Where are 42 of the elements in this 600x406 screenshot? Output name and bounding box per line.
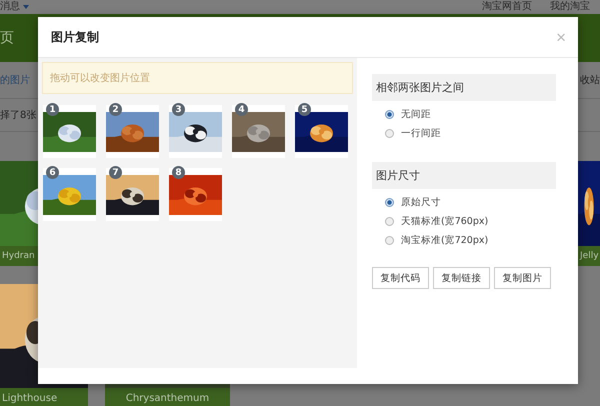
copy-button[interactable]: 复制链接	[433, 267, 490, 289]
nav-item[interactable]: 页	[0, 29, 14, 47]
tile-caption-text: Jelly	[580, 251, 599, 261]
tile-caption-text: Lighthouse	[2, 392, 58, 404]
radio-label[interactable]: 淘宝标准(宽720px)	[401, 234, 488, 247]
dialog-title: 图片复制	[51, 28, 99, 46]
number-badge: 3	[172, 103, 185, 116]
number-badge: 4	[235, 103, 248, 116]
radio-label[interactable]: 原始尺寸	[401, 196, 441, 209]
thumbnail-card[interactable]: 1	[43, 105, 96, 158]
radio-button[interactable]	[385, 236, 394, 245]
thumbnail-card[interactable]: 4	[232, 105, 285, 158]
top-link[interactable]: 淘宝网首页	[482, 1, 532, 13]
radio-button[interactable]	[385, 198, 394, 207]
radio-label[interactable]: 天猫标准(宽760px)	[401, 215, 488, 228]
radio-label[interactable]: 无间距	[401, 108, 431, 121]
section-heading-text: 相邻两张图片之间	[376, 80, 464, 95]
section-heading-text: 图片尺寸	[376, 168, 420, 183]
thumbnail-card[interactable]: 7	[106, 168, 159, 221]
notice-text: 拖动可以改变图片位置	[50, 72, 150, 85]
number-badge: 8	[172, 166, 185, 179]
selection-note: 择了8张	[0, 108, 36, 122]
thumbnail-card[interactable]: 2	[106, 105, 159, 158]
message-link[interactable]: 消息	[0, 1, 20, 13]
copy-button[interactable]: 复制代码	[372, 267, 429, 289]
caret-icon[interactable]	[23, 5, 29, 9]
radio-button[interactable]	[385, 110, 394, 119]
number-badge: 7	[109, 166, 122, 179]
tile-caption-text: Chrysanthemum	[126, 392, 210, 404]
tile-caption-text: Hydran	[2, 251, 35, 261]
side-link[interactable]: 收站	[580, 73, 600, 87]
radio-button[interactable]	[385, 217, 394, 226]
thumbnail-card[interactable]: 5	[295, 105, 348, 158]
number-badge: 1	[46, 103, 59, 116]
radio-label[interactable]: 一行间距	[401, 127, 441, 140]
top-link[interactable]: 我的淘宝	[550, 1, 590, 13]
radio-button[interactable]	[385, 129, 394, 138]
number-badge: 2	[109, 103, 122, 116]
thumbnail-card[interactable]: 8	[169, 168, 222, 221]
thumbnail-card[interactable]: 3	[169, 105, 222, 158]
number-badge: 5	[298, 103, 311, 116]
copy-button[interactable]: 复制图片	[494, 267, 551, 289]
